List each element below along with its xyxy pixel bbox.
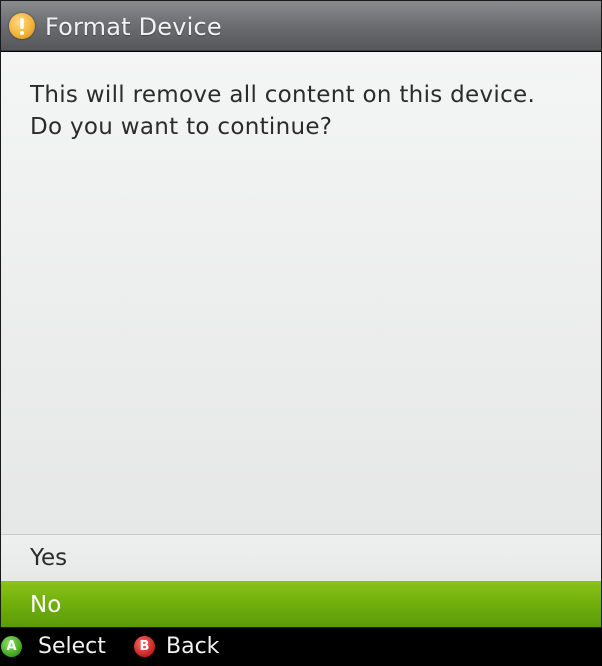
- hint-select[interactable]: A Select: [1, 634, 111, 660]
- option-no[interactable]: No: [1, 581, 601, 627]
- dialog-content: This will remove all content on this dev…: [1, 52, 601, 534]
- message-line-1: This will remove all content on this dev…: [30, 82, 536, 108]
- dialog-titlebar: Format Device: [1, 1, 601, 51]
- option-yes[interactable]: Yes: [1, 535, 601, 581]
- button-hint-bar: A Select B Back: [0, 628, 602, 666]
- dialog-message: This will remove all content on this dev…: [30, 79, 590, 143]
- message-line-2: Do you want to continue?: [30, 114, 333, 140]
- b-button-icon: B: [134, 636, 155, 657]
- hint-back[interactable]: B Back: [134, 634, 234, 660]
- hint-select-label: Select: [38, 634, 106, 659]
- hint-back-label: Back: [166, 634, 220, 659]
- options-list: Yes No: [1, 534, 601, 627]
- dialog-title: Format Device: [45, 13, 222, 41]
- format-device-dialog: Format Device This will remove all conte…: [0, 0, 602, 628]
- warning-icon: [9, 13, 35, 39]
- a-button-icon: A: [1, 636, 22, 657]
